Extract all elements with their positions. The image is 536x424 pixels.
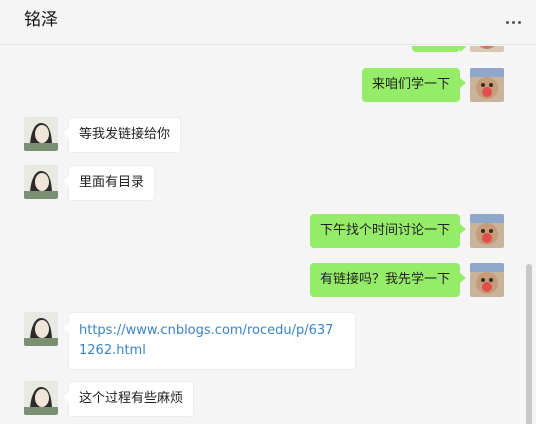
avatar-illustrated-person xyxy=(24,312,58,346)
avatar-illustrated-person xyxy=(24,165,58,199)
chat-window: 铭泽 来咱们学一下 等我发链接给你 里面有目录 下午找个时间讨论一下 有链接吗？… xyxy=(0,0,536,424)
message-self: 来咱们学一下 xyxy=(0,68,536,104)
message-link[interactable]: https://www.cnblogs.com/rocedu/p/637 126… xyxy=(63,312,356,370)
message-bubble[interactable]: 里面有目录 xyxy=(62,165,156,201)
avatar-illustrated-person xyxy=(24,381,58,415)
message-self: 有链接吗？我先学一下 xyxy=(0,263,536,299)
avatar-illustrated-person xyxy=(24,117,58,151)
message-bubble[interactable] xyxy=(412,46,466,52)
avatar-cartoon-bear xyxy=(470,46,504,52)
message-other: 等我发链接给你 xyxy=(0,117,536,153)
more-options-icon[interactable] xyxy=(500,12,526,32)
message-other: 里面有目录 xyxy=(0,165,536,201)
scrollbar[interactable] xyxy=(526,264,532,424)
avatar[interactable] xyxy=(24,381,58,415)
message-bubble[interactable]: 来咱们学一下 xyxy=(361,68,467,102)
avatar-cartoon-bear xyxy=(470,263,504,297)
avatar-cartoon-bear xyxy=(470,68,504,102)
avatar[interactable] xyxy=(470,68,504,102)
message-bubble[interactable]: 这个过程有些麻烦 xyxy=(62,381,195,417)
avatar[interactable] xyxy=(24,117,58,151)
message-bubble[interactable]: 有链接吗？我先学一下 xyxy=(309,263,467,297)
avatar-cartoon-bear xyxy=(470,214,504,248)
message-list[interactable]: 来咱们学一下 等我发链接给你 里面有目录 下午找个时间讨论一下 有链接吗？我先学… xyxy=(0,46,536,424)
message-other: 这个过程有些麻烦 xyxy=(0,381,536,417)
avatar[interactable] xyxy=(470,46,504,52)
avatar[interactable] xyxy=(470,263,504,297)
avatar[interactable] xyxy=(24,312,58,346)
title-bar: 铭泽 xyxy=(0,0,536,45)
contact-name: 铭泽 xyxy=(24,10,58,30)
message-bubble[interactable]: 下午找个时间讨论一下 xyxy=(309,214,467,248)
avatar[interactable] xyxy=(24,165,58,199)
message-partial xyxy=(0,46,536,52)
avatar[interactable] xyxy=(470,214,504,248)
message-other: https://www.cnblogs.com/rocedu/p/637 126… xyxy=(0,312,536,370)
message-self: 下午找个时间讨论一下 xyxy=(0,214,536,250)
message-bubble[interactable]: 等我发链接给你 xyxy=(62,117,182,153)
